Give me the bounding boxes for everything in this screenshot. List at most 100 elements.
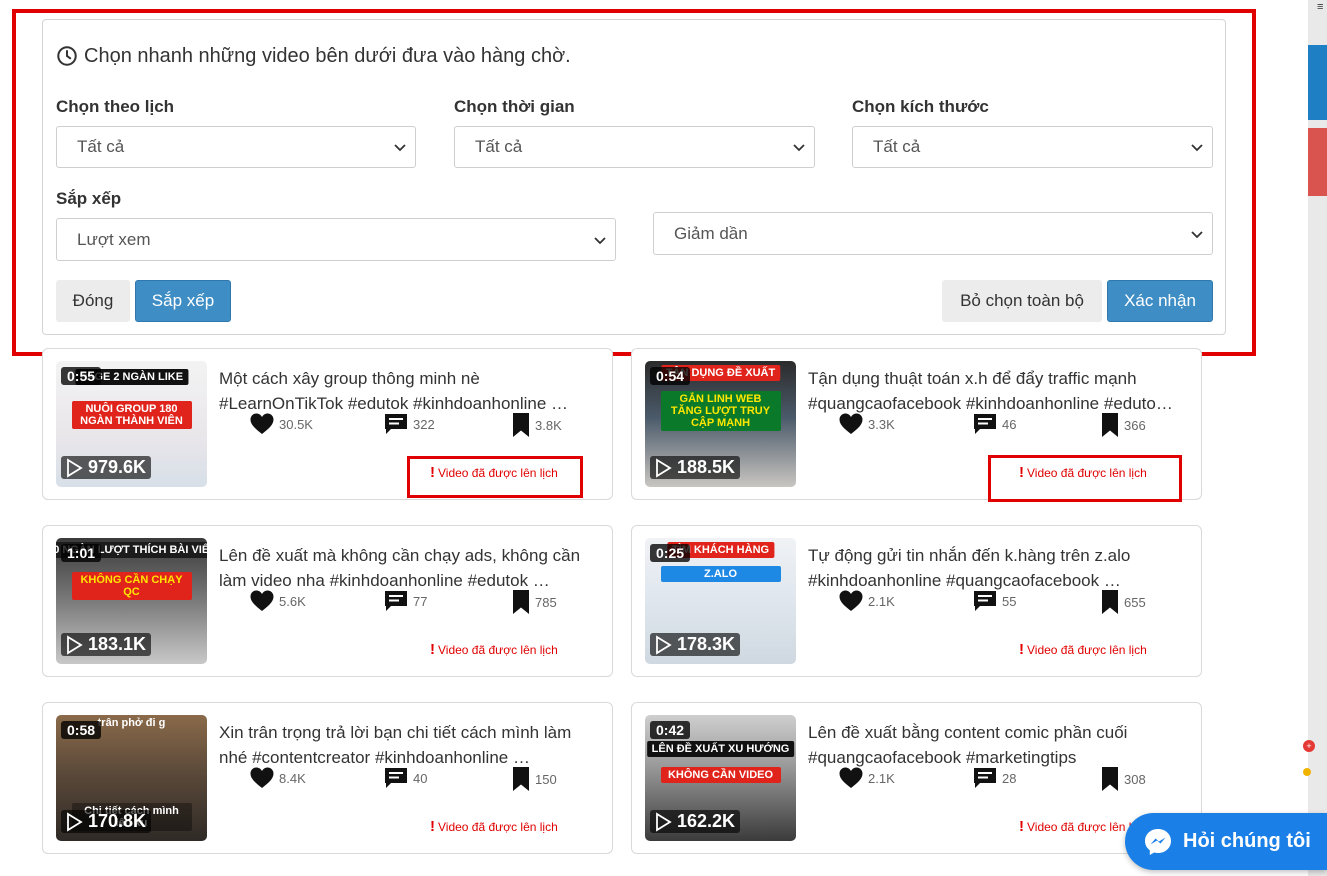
video-card[interactable]: trân phở đi gChi tiết cách mình lên xu0:… [42, 702, 613, 854]
play-icon [656, 457, 672, 478]
messenger-icon [1145, 828, 1171, 855]
thumbnail-caption: NUÔI GROUP 180 NGÀN THÀNH VIÊN [71, 401, 192, 429]
video-views: 178.3K [650, 633, 741, 656]
sort-by-select[interactable]: Lượt xem [56, 218, 616, 261]
likes-count: 2.1K [868, 593, 895, 609]
warning-icon: ! [1019, 641, 1024, 658]
status-highlight [988, 455, 1182, 502]
likes-count: 30.5K [279, 416, 313, 432]
views-count: 183.1K [88, 634, 147, 654]
heart-icon [839, 767, 863, 788]
likes-stat: 3.3K [838, 412, 895, 436]
side-tab-red[interactable] [1308, 128, 1327, 196]
video-title-line: Lên đề xuất bằng content comic phần cuối [808, 723, 1128, 742]
status-highlight [407, 456, 583, 498]
video-views: 162.2K [650, 810, 741, 833]
chevron-down-icon [394, 144, 406, 152]
video-card[interactable]: LÊN ĐỀ XUẤT XU HƯỚNG KHÔNG CẦN VIDEO 0:42 1… [631, 702, 1202, 854]
video-thumbnail[interactable]: 50 NGÀN LƯỢT THÍCH BÀI VIẾTKHÔNG CẦN CHẠ… [56, 538, 207, 664]
video-card[interactable]: 50 NGÀN LƯỢT THÍCH BÀI VIẾTKHÔNG CẦN CHẠ… [42, 525, 613, 677]
size-label: Chọn kích thước [852, 97, 989, 116]
bookmark-icon [1102, 413, 1118, 437]
comments-count: 77 [413, 593, 428, 609]
saves-count: 3.8K [535, 417, 562, 433]
deselect-all-button[interactable]: Bỏ chọn toàn bộ [942, 280, 1102, 322]
video-title: Tự động gửi tin nhắn đến k.hàng trên z.a… [808, 543, 1186, 593]
close-button[interactable]: Đóng [56, 280, 130, 322]
video-title: Lên đề xuất bằng content comic phần cuối… [808, 720, 1186, 770]
schedule-status: ! Video đã được lên lịch [430, 641, 558, 658]
video-title-line: Xin trân trọng trả lời bạn chi tiết cách… [219, 723, 572, 742]
menu-icon[interactable]: ≡ [1317, 2, 1327, 13]
views-count: 162.2K [677, 811, 736, 831]
views-count: 188.5K [677, 457, 736, 477]
likes-count: 3.3K [868, 416, 895, 432]
video-views: 170.8K [61, 810, 152, 833]
video-thumbnail[interactable]: TÌM KHÁCH HÀNG Z.ALO 0:25 178.3K [645, 538, 796, 664]
calendar-select-value: Tất cả [77, 137, 125, 156]
thumbnail-caption: Z.ALO [660, 566, 781, 582]
warning-icon: ! [430, 641, 435, 658]
comments-stat: 55 [972, 589, 1016, 613]
video-duration: 0:25 [650, 544, 691, 562]
schedule-status-text: Video đã được lên lịch [438, 819, 558, 834]
video-title: Tận dụng thuật toán x.h để đẩy traffic m… [808, 366, 1186, 416]
comments-stat: 46 [972, 412, 1016, 436]
schedule-status-text: Video đã được lên lịch [438, 642, 558, 657]
views-count: 178.3K [677, 634, 736, 654]
heart-icon [839, 413, 863, 434]
notification-badge-icon: + [1303, 740, 1315, 752]
comments-count: 55 [1002, 593, 1017, 609]
comments-count: 46 [1002, 416, 1017, 432]
sort-button[interactable]: Sắp xếp [135, 280, 231, 322]
video-thumbnail[interactable]: TẬN DỤNG ĐỀ XUẤT GẮN LINH WEB TĂNG LƯỢT T… [645, 361, 796, 487]
size-select[interactable]: Tất cả [852, 126, 1213, 168]
panel-title: Chọn nhanh những video bên dưới đưa vào … [56, 42, 571, 70]
thumbnail-caption: KHÔNG CẦN CHẠY QC [71, 572, 192, 600]
video-title: Lên đề xuất mà không cần chạy ads, không… [219, 543, 597, 593]
video-thumbnail[interactable]: trân phở đi gChi tiết cách mình lên xu0:… [56, 715, 207, 841]
likes-stat: 2.1K [838, 589, 895, 613]
play-icon [67, 634, 83, 655]
sort-order-value: Giảm dần [674, 223, 748, 243]
chevron-down-icon [1191, 230, 1203, 238]
comment-icon [385, 768, 407, 788]
saves-count: 150 [535, 771, 557, 787]
bookmark-icon [1102, 590, 1118, 614]
thumbnail-caption-top: trân phở đi g [97, 717, 166, 729]
chat-button[interactable]: Hỏi chúng tôi [1125, 813, 1327, 870]
video-thumbnail[interactable]: PAGE 2 NGÀN LIKE NUÔI GROUP 180 NGÀN THÀN… [56, 361, 207, 487]
page: ≡ + Chọn nhanh những video bên dưới đưa … [0, 0, 1327, 876]
video-card[interactable]: TÌM KHÁCH HÀNG Z.ALO 0:25 178.3K Tự động gửi… [631, 525, 1202, 677]
saves-count: 785 [535, 594, 557, 610]
video-title: Một cách xây group thông minh nè #LearnOn… [219, 366, 597, 416]
time-select[interactable]: Tất cả [454, 126, 815, 168]
likes-stat: 5.6K [249, 589, 306, 613]
confirm-button[interactable]: Xác nhận [1107, 280, 1213, 322]
video-views: 979.6K [61, 456, 152, 479]
calendar-select[interactable]: Tất cả [56, 126, 416, 168]
video-title-line: Tận dụng thuật toán x.h để đẩy traffic m… [808, 369, 1137, 388]
schedule-status: ! Video đã được lên lịch [430, 818, 558, 835]
likes-count: 8.4K [279, 770, 306, 786]
saves-stat: 150 [511, 766, 557, 792]
video-thumbnail[interactable]: LÊN ĐỀ XUẤT XU HƯỚNG KHÔNG CẦN VIDEO 0:42 1… [645, 715, 796, 841]
schedule-status: ! Video đã được lên lịch [1019, 641, 1147, 658]
thumbnail-caption: GẮN LINH WEB TĂNG LƯỢT TRUY CẬP MẠNH [660, 391, 781, 431]
chevron-down-icon [594, 236, 606, 244]
calendar-label: Chọn theo lịch [56, 97, 175, 116]
chevron-down-icon [1191, 144, 1203, 152]
saves-count: 655 [1124, 594, 1146, 610]
sort-order-select[interactable]: Giảm dần [653, 212, 1213, 255]
bookmark-icon [513, 413, 529, 437]
likes-count: 5.6K [279, 593, 306, 609]
video-duration: 0:58 [61, 721, 102, 739]
heart-icon [250, 413, 274, 434]
side-tab-blue[interactable] [1308, 45, 1327, 120]
likes-count: 2.1K [868, 770, 895, 786]
comment-icon [974, 768, 996, 788]
comments-count: 322 [413, 416, 435, 432]
saves-stat: 785 [511, 589, 557, 615]
time-label: Chọn thời gian [454, 97, 575, 116]
play-icon [656, 811, 672, 832]
